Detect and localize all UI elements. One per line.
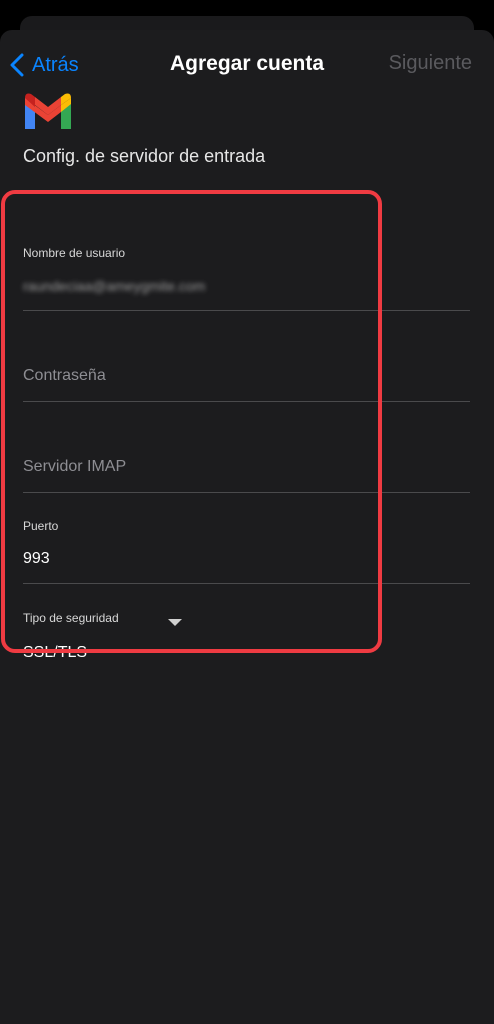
port-field[interactable]: Puerto 993 xyxy=(23,493,470,584)
chevron-left-icon xyxy=(10,53,32,77)
next-button[interactable]: Siguiente xyxy=(389,52,472,75)
section-title: Config. de servidor de entrada xyxy=(23,146,266,166)
username-field[interactable]: Nombre de usuario raundeciaa@ameygmite.c… xyxy=(23,238,470,311)
dropdown-arrow-icon[interactable] xyxy=(168,619,182,626)
screen: Atrás Agregar cuenta Siguiente Config. d… xyxy=(0,0,494,1024)
username-value: raundeciaa@ameygmite.com xyxy=(23,278,206,294)
security-type-select[interactable]: Tipo de seguridad SSL/TLS xyxy=(23,584,223,668)
back-button[interactable]: Atrás xyxy=(10,50,79,80)
gmail-logo-icon xyxy=(22,91,74,131)
navigation-bar: Atrás Agregar cuenta Siguiente xyxy=(0,30,494,100)
imap-server-field[interactable]: Servidor IMAP xyxy=(23,402,470,493)
security-type-label: Tipo de seguridad xyxy=(23,611,119,625)
username-label: Nombre de usuario xyxy=(23,246,126,260)
port-value: 993 xyxy=(23,550,50,567)
password-field[interactable]: Contraseña xyxy=(23,311,470,402)
security-type-value: SSL/TLS xyxy=(23,644,88,661)
port-label: Puerto xyxy=(23,519,59,533)
password-placeholder: Contraseña xyxy=(23,367,106,384)
back-label: Atrás xyxy=(32,53,79,76)
imap-server-placeholder: Servidor IMAP xyxy=(23,458,127,475)
